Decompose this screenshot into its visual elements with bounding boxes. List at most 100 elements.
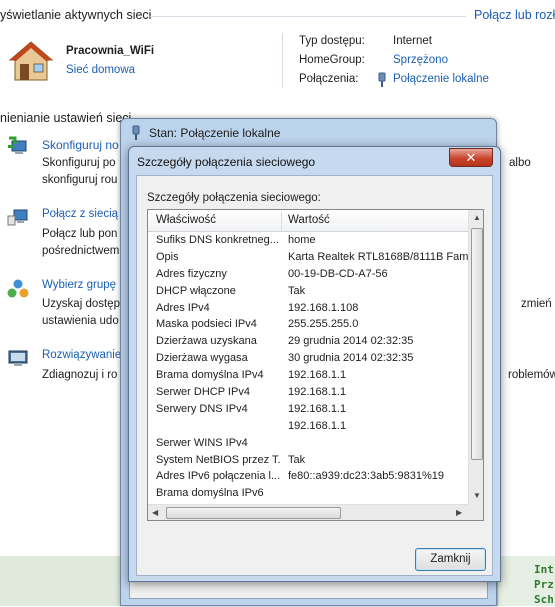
network-name: Pracownia_WiFi xyxy=(66,45,155,57)
table-row[interactable]: Brama domyślna IPv6 xyxy=(148,487,468,504)
network-type-link[interactable]: Sieć domowa xyxy=(66,64,135,76)
homegroup-label: HomeGroup: xyxy=(299,54,365,66)
details-caption: Szczegóły połączenia sieciowego: xyxy=(147,192,321,204)
active-networks-heading: yświetlanie aktywnych sieci xyxy=(0,8,152,22)
connect-network-icon xyxy=(7,209,28,226)
close-button[interactable]: Zamknij xyxy=(415,548,486,571)
property-cell: Brama domyślna IPv6 xyxy=(156,487,264,500)
task-setup-link[interactable]: Skonfiguruj no xyxy=(42,138,119,152)
side-status-strip: Int Prz Sch xyxy=(497,556,555,606)
connection-plug-icon xyxy=(378,72,386,87)
value-cell: Karta Realtek RTL8168B/8111B Fam xyxy=(288,250,468,263)
task-troubleshoot-desc-1: Zdiagnozuj i ro xyxy=(42,369,118,381)
column-header-value[interactable]: Wartość xyxy=(288,214,330,226)
table-row[interactable]: Dzierżawa uzyskana 29 grudnia 2014 02:32:… xyxy=(148,335,468,352)
listview-header: Właściwość Wartość xyxy=(148,210,468,232)
scroll-right-icon[interactable]: ▶ xyxy=(456,508,462,517)
task-connect-desc-1: Połącz lub pon xyxy=(42,228,118,240)
table-row[interactable]: Adres fizyczny 00-19-DB-CD-A7-56 xyxy=(148,268,468,285)
table-row[interactable]: Serwer WINS IPv4 xyxy=(148,437,468,454)
value-cell: 192.168.1.1 xyxy=(288,369,347,382)
value-cell: 192.168.1.1 xyxy=(288,419,347,432)
setup-connection-icon xyxy=(8,136,27,154)
horizontal-scrollbar[interactable]: ◀ ▶ xyxy=(148,504,468,520)
access-type-label: Typ dostępu: xyxy=(299,35,365,47)
task-homegroup-desc-1: Uzyskaj dostęp xyxy=(42,298,120,310)
change-settings-heading: nienianie ustawień sieci xyxy=(0,111,132,125)
table-row[interactable]: Brama domyślna IPv4 192.168.1.1 xyxy=(148,369,468,386)
connections-label: Połączenia: xyxy=(299,73,359,85)
scroll-left-icon[interactable]: ◀ xyxy=(152,508,158,517)
vertical-divider xyxy=(282,33,283,88)
table-row[interactable]: Sufiks DNS konkretneg... home xyxy=(148,234,468,251)
scrollbar-corner xyxy=(468,504,483,520)
property-cell: Adres fizyczny xyxy=(156,267,227,280)
value-cell: fe80::a939:dc23:3ab5:9831%19 xyxy=(288,470,444,483)
scroll-up-icon[interactable]: ▲ xyxy=(473,213,481,222)
home-network-icon xyxy=(8,41,54,81)
task-setup-desc-1: Skonfiguruj po xyxy=(42,157,116,169)
details-dialog: Szczegóły połączenia sieciowego ✕ Szczeg… xyxy=(128,146,501,582)
task-connect-link[interactable]: Połącz z siecią xyxy=(42,208,118,220)
value-cell: home xyxy=(288,234,316,246)
value-cell: 00-19-DB-CD-A7-56 xyxy=(288,267,388,280)
task-setup-desc-tail: albo xyxy=(509,157,531,169)
property-cell: System NetBIOS przez T... xyxy=(156,453,281,466)
vertical-scrollbar[interactable]: ▲ ▼ xyxy=(468,210,483,504)
table-row[interactable]: Serwer DHCP IPv4 192.168.1.1 xyxy=(148,386,468,403)
property-cell: Dzierżawa uzyskana xyxy=(156,335,257,348)
strip-line-1: Int xyxy=(534,563,554,576)
property-cell: Adres IPv6 połączenia l... xyxy=(156,470,281,483)
header-divider xyxy=(150,16,466,17)
table-row[interactable]: DHCP włączone Tak xyxy=(148,285,468,302)
connection-status-icon xyxy=(132,125,140,140)
value-cell: 192.168.1.108 xyxy=(288,301,359,314)
table-row[interactable]: Serwery DNS IPv4 192.168.1.1 xyxy=(148,403,468,420)
local-connection-link[interactable]: Połączenie lokalne xyxy=(393,73,489,85)
details-listview[interactable]: Właściwość Wartość Sufiks DNS konkretneg… xyxy=(147,209,484,521)
property-cell: Brama domyślna IPv4 xyxy=(156,369,264,382)
column-header-property[interactable]: Właściwość xyxy=(156,214,216,226)
scroll-down-icon[interactable]: ▼ xyxy=(473,491,481,500)
table-row[interactable]: Dzierżawa wygasa 30 grudnia 2014 02:32:35 xyxy=(148,352,468,369)
property-cell: Maska podsieci IPv4 xyxy=(156,318,257,331)
dialog-title: Szczegóły połączenia sieciowego xyxy=(137,155,316,169)
task-homegroup-link[interactable]: Wybierz grupę xyxy=(42,279,116,291)
table-row[interactable]: Opis Karta Realtek RTL8168B/8111B Fam xyxy=(148,251,468,268)
table-row[interactable]: Maska podsieci IPv4 255.255.255.0 xyxy=(148,318,468,335)
task-troubleshoot-link[interactable]: Rozwiązywanie xyxy=(42,349,121,361)
property-cell: Serwer DHCP IPv4 xyxy=(156,386,250,399)
property-cell: DHCP włączone xyxy=(156,284,236,297)
table-row[interactable]: 192.168.1.1 xyxy=(148,420,468,437)
property-cell: Opis xyxy=(156,250,179,263)
table-row[interactable]: Adres IPv6 połączenia l... fe80::a939:dc2… xyxy=(148,470,468,487)
column-separator[interactable] xyxy=(281,212,282,230)
value-cell: 30 grudnia 2014 02:32:35 xyxy=(288,352,414,365)
property-cell: Dzierżawa wygasa xyxy=(156,352,248,365)
dialog-body: Szczegóły połączenia sieciowego: Właściw… xyxy=(136,175,493,576)
dialog-close-icon[interactable]: ✕ xyxy=(449,148,493,167)
table-row[interactable]: Adres IPv4 192.168.1.108 xyxy=(148,302,468,319)
property-cell: Adres IPv4 xyxy=(156,301,210,314)
vertical-scroll-thumb[interactable] xyxy=(471,228,483,460)
task-homegroup-desc-tail: zmień xyxy=(521,298,552,310)
task-connect-desc-2: pośrednictwem xyxy=(42,245,120,257)
property-cell: Serwer WINS IPv4 xyxy=(156,436,248,449)
horizontal-scroll-thumb[interactable] xyxy=(166,507,341,519)
value-cell: 192.168.1.1 xyxy=(288,402,347,415)
value-cell: 29 grudnia 2014 02:32:35 xyxy=(288,335,414,348)
value-cell: 255.255.255.0 xyxy=(288,318,359,331)
property-cell: Serwery DNS IPv4 xyxy=(156,402,248,415)
task-setup-desc-2: skonfiguruj rou xyxy=(42,174,118,186)
strip-line-2: Prz xyxy=(534,578,554,591)
value-cell: Tak xyxy=(288,453,306,466)
troubleshoot-icon xyxy=(8,350,28,366)
value-cell: 192.168.1.1 xyxy=(288,386,347,399)
connect-disconnect-link[interactable]: Połącz lub rozłącz xyxy=(474,8,555,22)
access-type-value: Internet xyxy=(393,35,432,47)
property-cell: Sufiks DNS konkretneg... xyxy=(156,234,279,246)
table-row[interactable]: System NetBIOS przez T... Tak xyxy=(148,454,468,471)
task-troubleshoot-desc-tail: roblemów xyxy=(508,369,555,381)
homegroup-link[interactable]: Sprzężono xyxy=(393,54,448,66)
listview-rows: Sufiks DNS konkretneg... home Opis Karta Re… xyxy=(148,234,468,520)
